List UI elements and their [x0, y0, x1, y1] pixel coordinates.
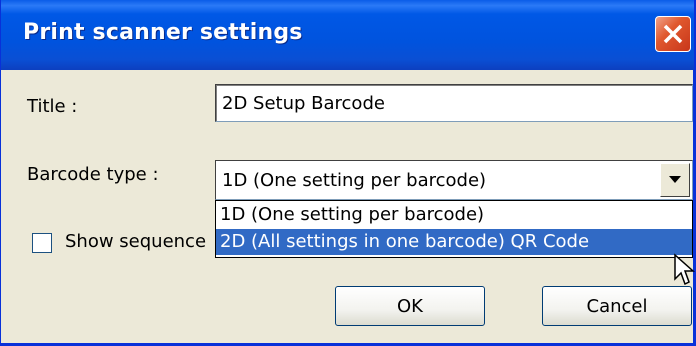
title-input[interactable]: 2D Setup Barcode: [215, 84, 693, 122]
title-label: Title :: [27, 96, 78, 117]
show-sequence-checkbox[interactable]: [32, 233, 52, 253]
title-bar[interactable]: Print scanner settings: [1, 0, 694, 70]
dropdown-option-1d[interactable]: 1D (One setting per barcode): [216, 202, 692, 228]
show-sequence-label: Show sequence: [65, 231, 207, 252]
cancel-button-label: Cancel: [586, 296, 648, 317]
barcode-type-select[interactable]: 1D (One setting per barcode): [215, 160, 693, 200]
barcode-type-label: Barcode type :: [27, 164, 159, 185]
option-label: 2D (All settings in one barcode) QR Code: [220, 231, 590, 252]
ok-button[interactable]: OK: [335, 286, 485, 326]
cancel-button[interactable]: Cancel: [542, 286, 692, 326]
barcode-type-dropdown-list: 1D (One setting per barcode) 2D (All set…: [215, 200, 693, 258]
ok-button-label: OK: [397, 296, 423, 317]
option-label: 1D (One setting per barcode): [220, 204, 485, 225]
chevron-down-icon: [669, 176, 681, 183]
dialog-window: Print scanner settings Title : 2D Setup …: [0, 0, 696, 346]
close-button[interactable]: [655, 16, 691, 52]
dropdown-button[interactable]: [660, 163, 690, 197]
dropdown-option-2d[interactable]: 2D (All settings in one barcode) QR Code: [216, 229, 692, 255]
window-title: Print scanner settings: [23, 20, 303, 45]
close-icon: [663, 24, 683, 44]
barcode-type-selected: 1D (One setting per barcode): [222, 170, 487, 191]
mouse-cursor-icon: [674, 253, 695, 286]
title-input-value: 2D Setup Barcode: [222, 93, 385, 114]
